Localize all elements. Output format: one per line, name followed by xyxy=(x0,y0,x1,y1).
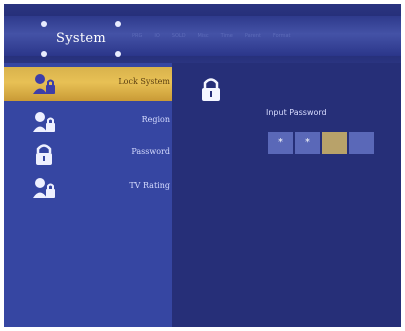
corner-marker xyxy=(41,51,47,57)
tab-sold[interactable]: SOLD xyxy=(172,33,186,39)
password-digit-active[interactable] xyxy=(322,132,347,154)
lock-icon xyxy=(202,78,220,101)
sidebar-item-label: Region xyxy=(141,115,170,124)
top-menu-bar: System PRG IO SOLD Misc Time Parent Form… xyxy=(4,4,401,63)
password-digit[interactable] xyxy=(349,132,374,154)
password-input[interactable]: * * xyxy=(268,132,374,154)
sidebar-item-password[interactable]: Password xyxy=(4,137,172,171)
tab-format[interactable]: Format xyxy=(273,33,291,39)
lock-icon xyxy=(36,144,52,165)
sidebar-item-tv-rating[interactable]: TV Rating xyxy=(4,171,172,205)
password-digit[interactable]: * xyxy=(268,132,293,154)
user-icon xyxy=(33,112,55,132)
menu-tabs: PRG IO SOLD Misc Time Parent Format xyxy=(132,33,291,39)
tab-io[interactable]: IO xyxy=(154,33,159,39)
sidebar-item-region[interactable]: Region xyxy=(4,105,172,139)
tab-prg[interactable]: PRG xyxy=(132,33,142,39)
corner-marker xyxy=(41,21,47,27)
sidebar-item-label: Lock System xyxy=(118,77,170,86)
user-lock-icon xyxy=(33,74,55,94)
system-menu-title[interactable]: System xyxy=(41,21,121,57)
corner-marker xyxy=(115,51,121,57)
password-digit[interactable]: * xyxy=(295,132,320,154)
corner-marker xyxy=(115,21,121,27)
sidebar: Lock System Region Password TV Rating xyxy=(4,63,172,327)
system-menu-screen: System PRG IO SOLD Misc Time Parent Form… xyxy=(4,4,401,327)
sidebar-item-label: Password xyxy=(131,147,170,156)
tab-time[interactable]: Time xyxy=(221,33,233,39)
sidebar-item-label: TV Rating xyxy=(129,181,170,190)
tab-misc[interactable]: Misc xyxy=(198,33,209,39)
tab-parent[interactable]: Parent xyxy=(245,33,261,39)
sidebar-item-lock-system[interactable]: Lock System xyxy=(4,67,172,101)
user-icon xyxy=(33,178,55,198)
page-title: System xyxy=(56,31,106,46)
input-password-label: Input Password xyxy=(266,108,327,117)
